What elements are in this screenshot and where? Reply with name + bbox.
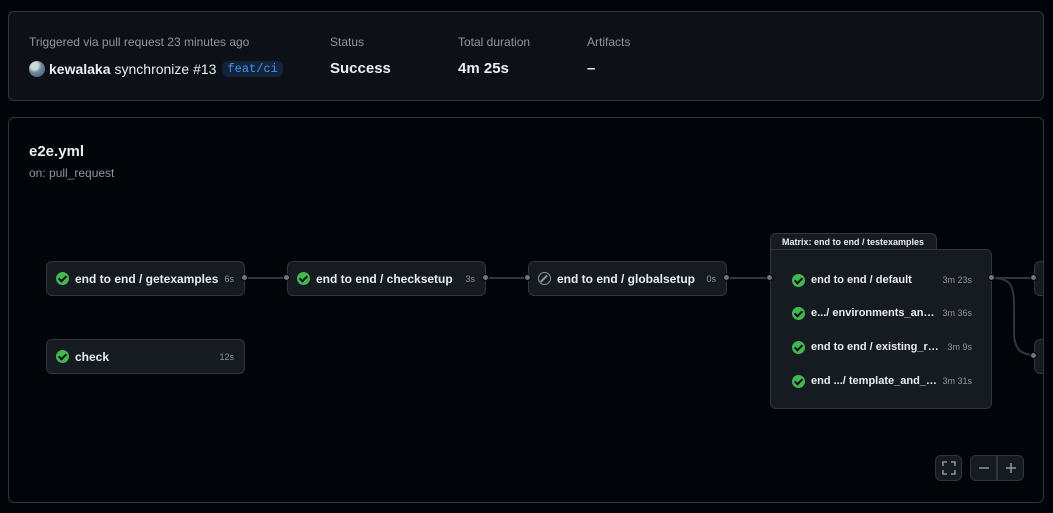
skipped-icon xyxy=(538,272,551,285)
job-duration: 3m 31s xyxy=(942,376,972,386)
connector-curve xyxy=(992,277,1037,356)
branch-badge[interactable]: feat/ci xyxy=(222,61,283,77)
connector-dot xyxy=(988,274,995,281)
connector-dot xyxy=(766,274,773,281)
duration-value: 4m 25s xyxy=(458,60,509,77)
job-duration: 12s xyxy=(219,351,234,362)
connector-dot xyxy=(1030,352,1037,359)
matrix-job-environments[interactable]: e.../ environments_and_... 3m 36s xyxy=(792,303,972,323)
connector-dot xyxy=(482,274,489,281)
success-icon xyxy=(792,306,805,320)
actor-link[interactable]: kewalaka xyxy=(49,61,111,77)
connector-dot xyxy=(524,274,531,281)
trigger-section: Triggered via pull request 23 minutes ag… xyxy=(29,34,283,79)
job-globalsetup[interactable]: end to end / globalsetup 0s xyxy=(528,261,727,296)
job-duration: 6s xyxy=(224,273,234,284)
job-duration: 3m 36s xyxy=(942,308,972,318)
matrix-group: end to end / default 3m 23s e.../ enviro… xyxy=(770,249,992,409)
status-label: Status xyxy=(330,35,365,49)
job-name: end to end / default xyxy=(811,274,912,286)
artifacts-label: Artifacts xyxy=(587,35,631,49)
status-section: Status Success xyxy=(330,34,391,79)
job-duration: 3m 23s xyxy=(942,275,972,285)
workflow-trigger: on: pull_request xyxy=(29,166,115,180)
artifacts-section: Artifacts – xyxy=(587,34,630,79)
event-text[interactable]: synchronize #13 xyxy=(115,61,217,77)
zoom-in-button[interactable] xyxy=(997,455,1024,481)
success-icon xyxy=(56,272,69,285)
success-icon xyxy=(56,350,69,363)
matrix-job-template[interactable]: end .../ template_and_files 3m 31s xyxy=(792,371,972,391)
job-name: end to end / globalsetup xyxy=(557,271,695,286)
status-value: Success xyxy=(330,60,391,77)
zoom-out-button[interactable] xyxy=(970,455,997,481)
job-duration: 3m 9s xyxy=(947,342,972,352)
artifacts-value: – xyxy=(587,60,596,77)
connector-dot xyxy=(723,274,730,281)
connector-dot xyxy=(1030,274,1037,281)
job-name: e.../ environments_and_... xyxy=(811,307,939,319)
fullscreen-button[interactable] xyxy=(935,455,962,481)
success-icon xyxy=(792,374,805,388)
job-getexamples[interactable]: end to end / getexamples 6s xyxy=(46,261,245,296)
job-name: end to end / getexamples xyxy=(75,271,219,286)
matrix-job-default[interactable]: end to end / default 3m 23s xyxy=(792,270,972,290)
plus-icon xyxy=(1005,463,1016,473)
matrix-job-existing-repo[interactable]: end to end / existing_repo 3m 9s xyxy=(792,337,972,357)
job-name: check xyxy=(75,349,110,364)
duration-section: Total duration 4m 25s xyxy=(458,34,530,79)
workflow-file: e2e.yml xyxy=(29,143,85,160)
avatar[interactable] xyxy=(29,61,45,77)
trigger-label: Triggered via pull request 23 minutes ag… xyxy=(29,35,250,49)
connector-dot xyxy=(283,274,290,281)
duration-label: Total duration xyxy=(458,35,531,49)
success-icon xyxy=(792,273,805,287)
job-name: end to end / checksetup xyxy=(316,271,453,286)
success-icon xyxy=(792,340,805,354)
success-icon xyxy=(297,272,310,285)
job-name: end .../ template_and_files xyxy=(811,375,939,387)
fullscreen-icon xyxy=(941,461,956,475)
minus-icon xyxy=(978,467,989,469)
job-checksetup[interactable]: end to end / checksetup 3s xyxy=(287,261,486,296)
job-check[interactable]: check 12s xyxy=(46,339,245,374)
connector-dot xyxy=(241,274,248,281)
run-summary: Triggered via pull request 23 minutes ag… xyxy=(8,11,1044,101)
job-duration: 0s xyxy=(706,273,716,284)
workflow-graph[interactable]: e2e.yml on: pull_request end to end / ge… xyxy=(8,117,1044,503)
job-name: end to end / existing_repo xyxy=(811,341,944,353)
job-duration: 3s xyxy=(465,273,475,284)
